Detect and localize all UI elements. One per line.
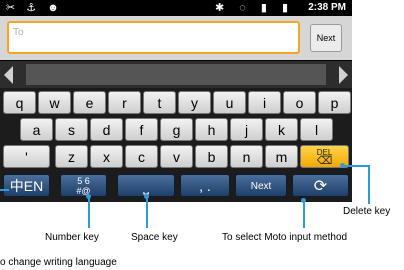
- number-key-label-0: 5 6: [77, 176, 90, 186]
- key-e[interactable]: e: [73, 91, 106, 114]
- language-key[interactable]: 中EN: [3, 174, 50, 197]
- key-apostrophe[interactable]: ': [3, 145, 50, 168]
- callout-dot-number: [86, 194, 91, 199]
- callout-dot-space: [144, 194, 149, 199]
- callout-line-delete: [342, 165, 370, 167]
- callout-line-space: [146, 196, 148, 228]
- key-g[interactable]: g: [160, 118, 193, 141]
- keyboard: q w e r t y u i o p a s d f g h j k l ' z x c v b n m DEL ⌫ 中EN 5 6 #@ ⎵…: [0, 88, 352, 202]
- key-z[interactable]: z: [55, 145, 88, 168]
- key-o[interactable]: o: [283, 91, 316, 114]
- candidate-strip[interactable]: [26, 64, 326, 85]
- status-time: 2:38 PM: [308, 2, 346, 13]
- delete-key-annotation: Delete key: [343, 206, 391, 217]
- key-q[interactable]: q: [3, 91, 36, 114]
- next-button[interactable]: Next: [310, 24, 342, 52]
- key-v[interactable]: v: [160, 145, 193, 168]
- key-s[interactable]: s: [55, 118, 88, 141]
- key-d[interactable]: d: [90, 118, 123, 141]
- key-j[interactable]: j: [230, 118, 263, 141]
- key-l[interactable]: l: [300, 118, 333, 141]
- key-r[interactable]: r: [108, 91, 141, 114]
- punctuation-key[interactable]: , .: [180, 174, 230, 197]
- callout-dot-moto: [301, 198, 306, 203]
- key-n[interactable]: n: [230, 145, 263, 168]
- key-w[interactable]: w: [38, 91, 71, 114]
- key-h[interactable]: h: [195, 118, 228, 141]
- next-key[interactable]: Next: [235, 174, 287, 197]
- number-key[interactable]: 5 6 #@: [60, 174, 107, 197]
- number-key-label-1: #@: [76, 186, 91, 196]
- moto-input-key[interactable]: ⟳: [292, 174, 349, 197]
- number-key-annotation: Number key: [45, 232, 99, 243]
- callout-line-delete-v: [368, 165, 370, 204]
- key-k[interactable]: k: [265, 118, 298, 141]
- scroll-left-icon[interactable]: [4, 66, 13, 84]
- key-x[interactable]: x: [90, 145, 123, 168]
- key-f[interactable]: f: [125, 118, 158, 141]
- callout-line-number: [88, 196, 90, 228]
- key-t[interactable]: t: [143, 91, 176, 114]
- phone-screen: ✂ ⚓ ☻ ✱ ◌ ▮ ▮ 2:38 PM To Next qwertyuiop…: [0, 0, 352, 202]
- scroll-right-icon[interactable]: [339, 66, 348, 84]
- key-p[interactable]: p: [318, 91, 351, 114]
- key-i[interactable]: i: [248, 91, 281, 114]
- status-bar: ✂ ⚓ ☻ ✱ ◌ ▮ ▮ 2:38 PM: [0, 0, 352, 16]
- key-y[interactable]: y: [178, 91, 211, 114]
- callout-line-language: [0, 189, 9, 191]
- callout-dot-delete: [340, 163, 345, 168]
- key-b[interactable]: b: [195, 145, 228, 168]
- status-right-icons: ✱ ◌ ▮ ▮: [214, 2, 294, 14]
- key-a[interactable]: a: [20, 118, 53, 141]
- space-key-annotation: Space key: [131, 232, 178, 243]
- compose-bar: To Next: [0, 16, 352, 60]
- key-m[interactable]: m: [265, 145, 298, 168]
- callout-line-moto: [303, 200, 305, 228]
- key-u[interactable]: u: [213, 91, 246, 114]
- to-input[interactable]: To: [7, 21, 300, 54]
- language-annotation: o change writing language: [0, 257, 117, 268]
- status-left-icons: ✂ ⚓ ☻: [6, 2, 63, 14]
- key-c[interactable]: c: [125, 145, 158, 168]
- moto-input-annotation: To select Moto input method: [222, 232, 348, 243]
